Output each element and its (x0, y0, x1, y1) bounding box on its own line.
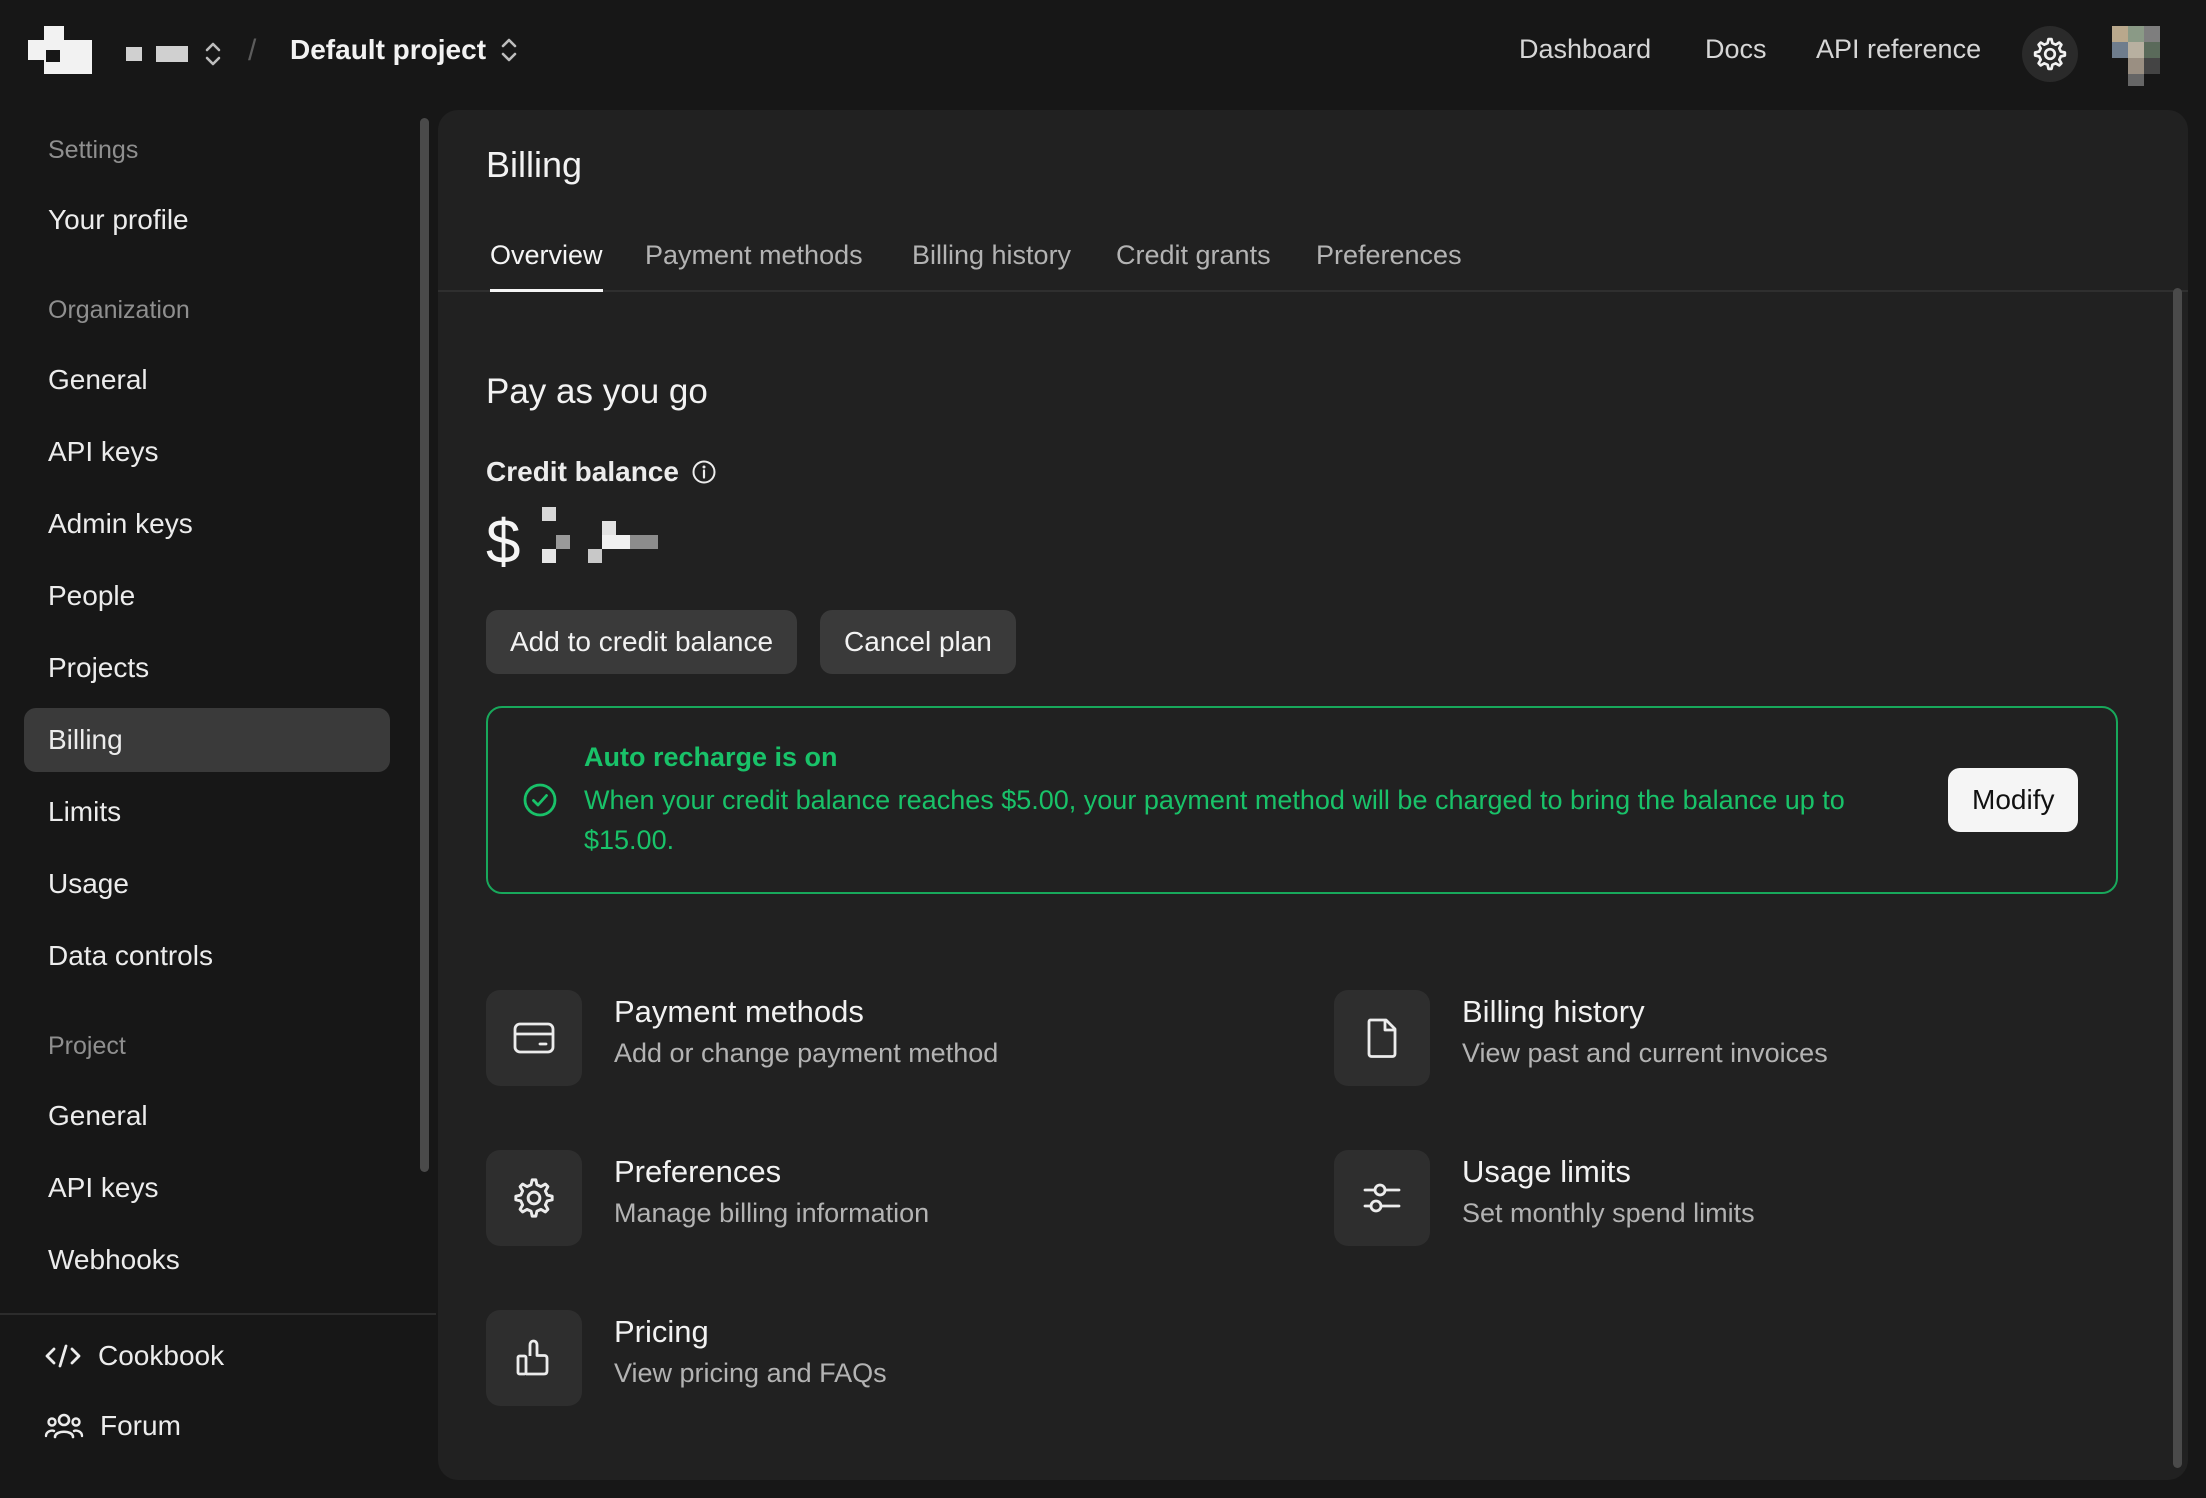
card-subtitle: Manage billing information (614, 1198, 930, 1228)
settings-sidebar: Settings Your profile Organization Gener… (0, 108, 436, 1498)
project-switcher[interactable]: Default project (290, 34, 520, 66)
cancel-plan-button[interactable]: Cancel plan (820, 610, 1016, 674)
sidebar-scrollbar[interactable] (420, 118, 429, 1172)
billing-panel: Billing Overview Payment methods Billing… (438, 110, 2188, 1480)
card-icon-box (486, 990, 582, 1086)
forum-label: Forum (100, 1410, 181, 1441)
credit-balance-amount: $ (486, 502, 672, 582)
card-preferences[interactable]: Preferences Manage billing information (486, 1150, 1246, 1246)
people-icon (44, 1413, 84, 1439)
credit-balance-redacted (542, 507, 672, 577)
credit-card-icon (513, 1022, 555, 1054)
breadcrumb-separator: / (248, 34, 257, 67)
sidebar-item-webhooks[interactable]: Webhooks (24, 1228, 390, 1292)
card-pricing[interactable]: Pricing View pricing and FAQs (486, 1310, 1246, 1406)
card-title: Preferences (614, 1154, 782, 1189)
auto-recharge-notice: Auto recharge is on When your credit bal… (486, 706, 2118, 894)
card-subtitle: View past and current invoices (1462, 1038, 1828, 1068)
page-title: Billing (486, 144, 583, 185)
credit-balance-label: Credit balance (486, 456, 717, 488)
tab-preferences[interactable]: Preferences (1316, 240, 1462, 292)
organization-name-redacted (156, 46, 188, 62)
card-icon-box (486, 1150, 582, 1246)
card-title: Usage limits (1462, 1154, 1631, 1189)
settings-button[interactable] (2022, 26, 2078, 82)
sidebar-item-limits[interactable]: Limits (24, 780, 390, 844)
sidebar-link-cookbook[interactable]: Cookbook (44, 1340, 224, 1372)
dashboard-link[interactable]: Dashboard (1519, 34, 1651, 65)
sidebar-item-billing[interactable]: Billing (24, 708, 390, 772)
info-icon[interactable] (691, 459, 717, 485)
currency-symbol: $ (486, 507, 521, 577)
gear-icon (514, 1178, 554, 1218)
card-title: Pricing (614, 1314, 709, 1349)
card-subtitle: View pricing and FAQs (614, 1358, 887, 1388)
sidebar-divider (0, 1313, 436, 1315)
logo-icon[interactable] (28, 26, 92, 74)
code-icon (45, 1344, 81, 1368)
sidebar-link-forum[interactable]: Forum (44, 1410, 181, 1442)
sidebar-item-api-keys[interactable]: API keys (24, 420, 390, 484)
card-title: Billing history (1462, 994, 1645, 1029)
tab-credit-grants[interactable]: Credit grants (1116, 240, 1271, 292)
card-billing-history[interactable]: Billing history View past and current in… (1334, 990, 2094, 1086)
card-icon-box (486, 1310, 582, 1406)
gear-icon (2033, 37, 2067, 71)
card-subtitle: Add or change payment method (614, 1038, 999, 1068)
card-payment-methods[interactable]: Payment methods Add or change payment me… (486, 990, 1246, 1086)
sidebar-item-project-general[interactable]: General (24, 1084, 390, 1148)
tab-overview[interactable]: Overview (490, 240, 603, 292)
credit-balance-text: Credit balance (486, 456, 679, 487)
check-circle-icon (523, 783, 557, 817)
sidebar-item-data-controls[interactable]: Data controls (24, 924, 390, 988)
top-bar: / Default project Dashboard Docs API ref… (0, 0, 2206, 108)
sliders-icon (1363, 1183, 1401, 1213)
tab-billing-history[interactable]: Billing history (912, 240, 1071, 292)
avatar[interactable] (2112, 26, 2160, 86)
sidebar-section-settings: Settings (48, 136, 139, 164)
docs-link[interactable]: Docs (1705, 34, 1767, 65)
project-name: Default project (290, 34, 487, 65)
chevron-up-down-icon (501, 38, 517, 62)
sidebar-item-your-profile[interactable]: Your profile (24, 188, 390, 252)
auto-recharge-description: When your credit balance reaches $5.00, … (584, 785, 1845, 855)
sidebar-item-projects[interactable]: Projects (24, 636, 390, 700)
card-title: Payment methods (614, 994, 864, 1029)
modify-auto-recharge-button[interactable]: Modify (1948, 768, 2079, 832)
chevron-up-down-icon (205, 42, 221, 66)
sidebar-section-project: Project (48, 1032, 126, 1060)
card-icon-box (1334, 1150, 1430, 1246)
sidebar-item-general[interactable]: General (24, 348, 390, 412)
api-reference-link[interactable]: API reference (1816, 34, 1981, 65)
billing-tabs: Overview Payment methods Billing history… (438, 228, 2188, 292)
main-scrollbar[interactable] (2173, 288, 2182, 1468)
thumbs-up-icon (516, 1339, 549, 1376)
auto-recharge-title: Auto recharge is on (584, 742, 838, 772)
organization-name-redacted (126, 47, 142, 61)
document-icon (1367, 1018, 1397, 1058)
plan-heading: Pay as you go (486, 372, 708, 411)
add-to-credit-balance-button[interactable]: Add to credit balance (486, 610, 798, 674)
card-usage-limits[interactable]: Usage limits Set monthly spend limits (1334, 1150, 2094, 1246)
tab-payment-methods[interactable]: Payment methods (645, 240, 863, 292)
sidebar-item-people[interactable]: People (24, 564, 390, 628)
organization-switcher[interactable] (126, 36, 224, 72)
app-window: / Default project Dashboard Docs API ref… (0, 0, 2206, 1498)
sidebar-item-admin-keys[interactable]: Admin keys (24, 492, 390, 556)
sidebar-item-usage[interactable]: Usage (24, 852, 390, 916)
card-icon-box (1334, 990, 1430, 1086)
card-subtitle: Set monthly spend limits (1462, 1198, 1755, 1228)
sidebar-section-organization: Organization (48, 296, 190, 324)
sidebar-item-project-api-keys[interactable]: API keys (24, 1156, 390, 1220)
cookbook-label: Cookbook (98, 1340, 225, 1371)
